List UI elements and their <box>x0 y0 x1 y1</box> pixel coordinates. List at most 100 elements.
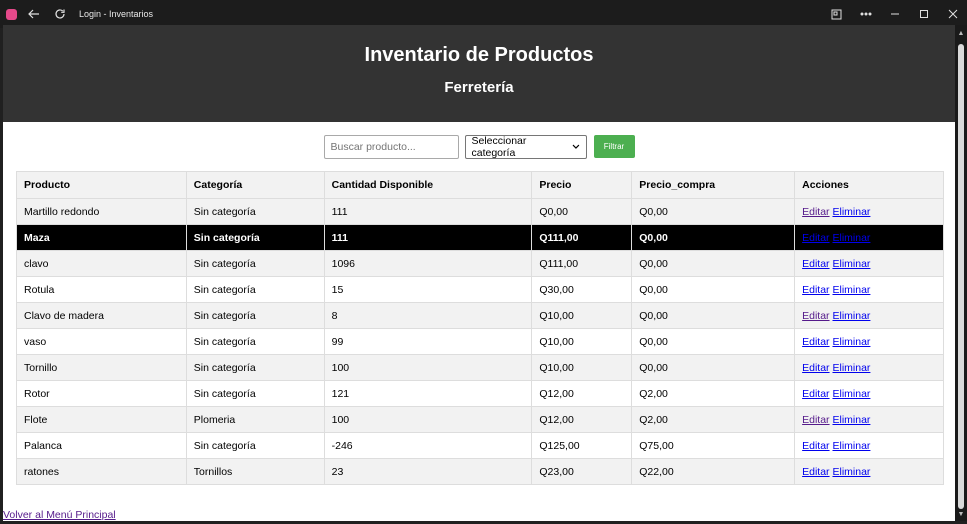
cell-producto: ratones <box>16 458 187 485</box>
scrollbar-thumb[interactable] <box>958 44 964 509</box>
table-row[interactable]: Flote Plomeria 100 Q12,00 Q2,00 Editar E… <box>16 406 944 433</box>
table-header-row: Producto Categoría Cantidad Disponible P… <box>16 171 944 199</box>
cell-acciones: Editar Eliminar <box>794 432 944 459</box>
filter-button[interactable]: Filtrar <box>593 135 635 158</box>
cell-precio-compra: Q75,00 <box>631 432 796 459</box>
category-select[interactable]: Seleccionar categoría <box>464 134 587 159</box>
edit-link[interactable]: Editar <box>802 440 829 452</box>
cell-precio-compra: Q2,00 <box>631 380 796 407</box>
cell-categoria: Sin categoría <box>185 198 325 225</box>
cell-categoria: Sin categoría <box>185 354 325 381</box>
page-title: Inventario de Productos <box>364 44 594 66</box>
maximize-icon[interactable] <box>909 0 938 28</box>
app-icon <box>6 8 17 20</box>
cell-acciones: Editar Eliminar <box>794 224 944 251</box>
edit-link[interactable]: Editar <box>802 258 829 270</box>
edit-link[interactable]: Editar <box>802 466 829 478</box>
back-arrow-icon[interactable] <box>23 0 45 28</box>
edit-link[interactable]: Editar <box>802 362 829 374</box>
refresh-icon[interactable] <box>49 0 71 28</box>
close-icon[interactable] <box>938 0 967 28</box>
chevron-down-icon <box>572 144 579 149</box>
delete-link[interactable]: Eliminar <box>832 466 870 478</box>
inventory-table: Producto Categoría Cantidad Disponible P… <box>16 171 944 485</box>
delete-link[interactable]: Eliminar <box>832 362 870 374</box>
delete-link[interactable]: Eliminar <box>832 440 870 452</box>
search-placeholder: Buscar producto... <box>330 140 416 153</box>
delete-link[interactable]: Eliminar <box>832 388 870 400</box>
app-view-icon[interactable] <box>822 0 851 28</box>
cell-acciones: Editar Eliminar <box>794 354 944 381</box>
table-row-selected[interactable]: Maza Sin categoría 111 Q111,00 Q0,00 Edi… <box>16 224 944 251</box>
cell-producto: Clavo de madera <box>16 302 187 329</box>
cell-precio: Q12,00 <box>531 406 633 433</box>
cell-cantidad: 23 <box>323 458 533 485</box>
cell-cantidad: 111 <box>323 224 533 251</box>
cell-precio-compra: Q0,00 <box>631 224 796 251</box>
cell-cantidad: 8 <box>323 302 533 329</box>
edit-link[interactable]: Editar <box>802 284 829 296</box>
cell-precio: Q30,00 <box>531 276 633 303</box>
edit-link[interactable]: Editar <box>802 414 829 426</box>
table-row[interactable]: Clavo de madera Sin categoría 8 Q10,00 Q… <box>16 302 944 329</box>
cell-producto: Martillo redondo <box>16 198 187 225</box>
scroll-up-arrow-icon[interactable]: ▲ <box>957 30 965 38</box>
cell-precio: Q10,00 <box>531 328 633 355</box>
cell-acciones: Editar Eliminar <box>794 380 944 407</box>
table-row[interactable]: Palanca Sin categoría -246 Q125,00 Q75,0… <box>16 432 944 459</box>
cell-cantidad: 100 <box>323 354 533 381</box>
delete-link[interactable]: Eliminar <box>832 232 870 244</box>
table-row[interactable]: vaso Sin categoría 99 Q10,00 Q0,00 Edita… <box>16 328 944 355</box>
delete-link[interactable]: Eliminar <box>832 336 870 348</box>
table-row[interactable]: Rotor Sin categoría 121 Q12,00 Q2,00 Edi… <box>16 380 944 407</box>
cell-acciones: Editar Eliminar <box>794 276 944 303</box>
cell-precio: Q10,00 <box>531 354 633 381</box>
cell-precio-compra: Q22,00 <box>631 458 796 485</box>
scroll-down-arrow-icon[interactable]: ▼ <box>957 511 965 519</box>
delete-link[interactable]: Eliminar <box>832 414 870 426</box>
edit-link[interactable]: Editar <box>802 232 829 244</box>
cell-categoria: Sin categoría <box>185 250 325 277</box>
table-row[interactable]: clavo Sin categoría 1096 Q111,00 Q0,00 E… <box>16 250 944 277</box>
search-input[interactable]: Buscar producto... <box>323 134 459 159</box>
column-header-categoria[interactable]: Categoría <box>185 171 325 199</box>
back-to-main-menu-link[interactable]: Volver al Menú Principal <box>3 509 116 521</box>
edit-link[interactable]: Editar <box>802 336 829 348</box>
cell-precio-compra: Q0,00 <box>631 276 796 303</box>
more-options-icon[interactable] <box>851 0 880 28</box>
cell-cantidad: 121 <box>323 380 533 407</box>
cell-precio-compra: Q0,00 <box>631 198 796 225</box>
table-row[interactable]: Rotula Sin categoría 15 Q30,00 Q0,00 Edi… <box>16 276 944 303</box>
column-header-acciones: Acciones <box>794 171 944 199</box>
cell-categoria: Tornillos <box>185 458 325 485</box>
table-row[interactable]: ratones Tornillos 23 Q23,00 Q22,00 Edita… <box>16 458 944 485</box>
cell-producto: Palanca <box>16 432 187 459</box>
edit-link[interactable]: Editar <box>802 388 829 400</box>
cell-precio-compra: Q0,00 <box>631 354 796 381</box>
edit-link[interactable]: Editar <box>802 310 829 322</box>
cell-precio: Q125,00 <box>531 432 633 459</box>
column-header-precio-compra[interactable]: Precio_compra <box>631 171 796 199</box>
cell-producto: Maza <box>16 224 187 251</box>
column-header-cantidad[interactable]: Cantidad Disponible <box>323 171 533 199</box>
cell-producto: Rotula <box>16 276 187 303</box>
cell-producto: Flote <box>16 406 187 433</box>
cell-cantidad: 1096 <box>323 250 533 277</box>
cell-precio-compra: Q2,00 <box>631 406 796 433</box>
edit-link[interactable]: Editar <box>802 206 829 218</box>
cell-producto: Tornillo <box>16 354 187 381</box>
delete-link[interactable]: Eliminar <box>832 258 870 270</box>
column-header-precio[interactable]: Precio <box>531 171 633 199</box>
delete-link[interactable]: Eliminar <box>832 206 870 218</box>
window-title: Login - Inventarios <box>79 9 154 19</box>
cell-producto: vaso <box>16 328 187 355</box>
table-row[interactable]: Martillo redondo Sin categoría 111 Q0,00… <box>16 198 944 225</box>
table-row[interactable]: Tornillo Sin categoría 100 Q10,00 Q0,00 … <box>16 354 944 381</box>
minimize-icon[interactable] <box>880 0 909 28</box>
column-header-producto[interactable]: Producto <box>16 171 187 199</box>
page-viewport: Inventario de Productos Ferretería Busca… <box>3 25 955 521</box>
delete-link[interactable]: Eliminar <box>832 284 870 296</box>
cell-precio-compra: Q0,00 <box>631 250 796 277</box>
delete-link[interactable]: Eliminar <box>832 310 870 322</box>
cell-categoria: Sin categoría <box>185 224 325 251</box>
